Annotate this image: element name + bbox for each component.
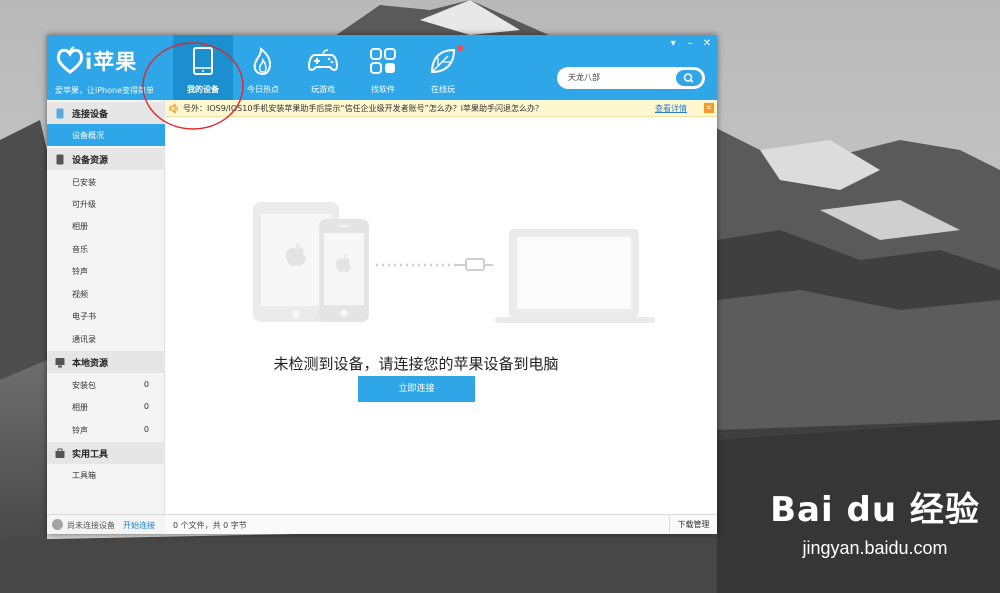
laptop-illustration xyxy=(495,229,655,323)
sidebar-item-contacts[interactable]: 通讯录 xyxy=(47,328,165,350)
sidebar-item-local-ringtones[interactable]: 铃声 0 xyxy=(47,419,165,441)
sidebar-item-ebooks[interactable]: 电子书 xyxy=(47,305,165,327)
sidebar-item-videos[interactable]: 视频 xyxy=(47,283,165,305)
sidebar-item-music[interactable]: 音乐 xyxy=(47,238,165,260)
no-device-message: 未检测到设备，请连接您的苹果设备到电脑 xyxy=(273,355,559,373)
sidebar-section-tools[interactable]: 实用工具 xyxy=(47,442,165,464)
sidebar-section-device-resources[interactable]: 设备资源 xyxy=(47,148,165,170)
sidebar-item-label: 安装包 xyxy=(72,381,96,390)
baidu-watermark: Bai du 经验 jingyan.baidu.com xyxy=(760,490,990,580)
sidebar-item-label: 工具箱 xyxy=(72,471,96,480)
section-title: 本地资源 xyxy=(72,359,109,369)
start-connect-link[interactable]: 开始连接 xyxy=(123,520,155,531)
connection-status-text: 尚未连接设备 xyxy=(67,521,115,530)
cable-illustration xyxy=(376,258,493,271)
sidebar-item-label: 通讯录 xyxy=(72,335,96,344)
main-content: 未检测到设备，请连接您的苹果设备到电脑 立即连接 xyxy=(165,117,717,514)
sidebar-item-label: 可升级 xyxy=(72,200,96,209)
sidebar-item-label: 相册 xyxy=(72,222,88,231)
sidebar-item-local-photos[interactable]: 相册 0 xyxy=(47,396,165,418)
nav-label: 在线玩 xyxy=(431,85,455,94)
phone-icon xyxy=(56,108,64,119)
app-name: i苹果 xyxy=(85,50,138,74)
nav-find-apps[interactable]: 找软件 xyxy=(353,35,413,100)
search-icon xyxy=(683,73,694,83)
item-count: 0 xyxy=(143,425,149,434)
phone-icon xyxy=(56,154,64,165)
apple-heart-icon xyxy=(56,46,84,74)
nav-label: 玩游戏 xyxy=(311,85,335,94)
info-icon xyxy=(52,519,63,530)
sidebar-item-upgradable[interactable]: 可升级 xyxy=(47,193,165,215)
notice-details-link[interactable]: 查看详情 xyxy=(655,103,687,114)
sidebar-item-label: 铃声 xyxy=(72,426,88,435)
section-title: 设备资源 xyxy=(72,156,109,166)
apps-grid-icon xyxy=(370,48,396,74)
window-controls: ▾ – ✕ xyxy=(665,38,713,52)
download-manager-button[interactable]: 下载管理 xyxy=(669,515,717,534)
highlight-circle-annotation xyxy=(142,42,244,130)
search-box[interactable]: 天龙八部 xyxy=(557,67,705,89)
sidebar-item-label: 视频 xyxy=(72,290,88,299)
sidebar-item-toolbox[interactable]: 工具箱 xyxy=(47,464,165,486)
status-bar: 0 个文件，共 0 字节 下载管理 xyxy=(165,514,717,534)
toolbox-icon xyxy=(55,448,65,458)
item-count: 0 xyxy=(143,402,149,411)
baidu-url: jingyan.baidu.com xyxy=(802,538,948,558)
sidebar-section-local-resources[interactable]: 本地资源 xyxy=(47,351,165,373)
sidebar-item-photos[interactable]: 相册 xyxy=(47,215,165,237)
sidebar-item-packages[interactable]: 安装包 0 xyxy=(47,374,165,396)
menu-dropdown-button[interactable]: ▾ xyxy=(667,38,679,50)
sidebar-item-label: 设备概况 xyxy=(72,131,104,140)
nav-label: 找软件 xyxy=(371,85,395,94)
connect-now-button[interactable]: 立即连接 xyxy=(358,376,475,402)
sidebar-item-label: 电子书 xyxy=(72,312,96,321)
file-summary: 0 个文件，共 0 字节 xyxy=(173,521,247,530)
item-count: 0 xyxy=(143,380,149,389)
nav-games[interactable]: 玩游戏 xyxy=(293,35,353,100)
search-button[interactable] xyxy=(676,70,702,86)
phone-illustration xyxy=(319,219,369,322)
nav-play-online[interactable]: 在线玩 xyxy=(413,35,473,100)
close-button[interactable]: ✕ xyxy=(701,38,713,50)
monitor-icon xyxy=(55,358,65,368)
flame-icon xyxy=(253,46,272,76)
baidu-logo: Bai du 经验 xyxy=(770,490,980,530)
notice-close-button[interactable]: × xyxy=(704,103,714,113)
sidebar-item-label: 已安装 xyxy=(72,178,96,187)
gamepad-icon xyxy=(308,49,338,71)
section-title: 连接设备 xyxy=(72,110,109,120)
section-title: 实用工具 xyxy=(72,450,109,460)
sidebar-item-label: 音乐 xyxy=(72,245,88,254)
search-input[interactable]: 天龙八部 xyxy=(568,72,600,83)
notification-dot xyxy=(457,45,463,51)
device-connection-illustration xyxy=(253,202,655,323)
sidebar: 连接设备 设备概况 设备资源 已安装 可升级 相册 音乐 铃声 视频 电子书 通… xyxy=(47,100,165,534)
notice-bar: 号外：IOS9/IOS10手机安装苹果助手后提示“信任企业级开发者账号”怎么办？… xyxy=(165,100,717,117)
leaf-icon xyxy=(430,48,456,74)
connection-status: 尚未连接设备 开始连接 xyxy=(47,514,165,534)
sidebar-item-installed[interactable]: 已安装 xyxy=(47,171,165,193)
sidebar-item-label: 相册 xyxy=(72,403,88,412)
minimize-button[interactable]: – xyxy=(684,38,696,50)
sidebar-item-ringtones[interactable]: 铃声 xyxy=(47,260,165,282)
sidebar-item-label: 铃声 xyxy=(72,267,88,276)
